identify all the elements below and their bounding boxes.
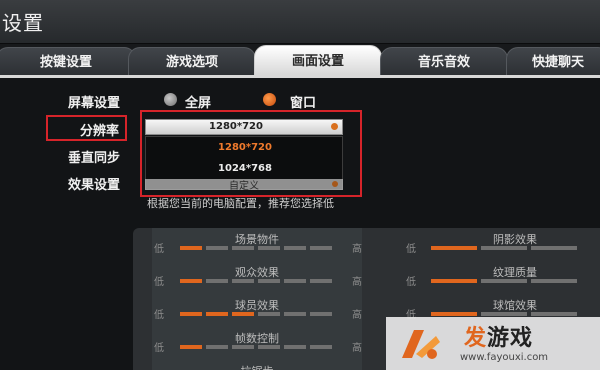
quality-slider-segment[interactable]: [180, 345, 202, 349]
quality-slider-segment[interactable]: [531, 246, 577, 250]
tab-game-options[interactable]: 游戏选项: [128, 47, 256, 76]
quality-slider-segment[interactable]: [431, 312, 477, 316]
tab-display-settings[interactable]: 画面设置: [254, 45, 382, 76]
quality-high-label: 高: [352, 244, 362, 255]
quality-slider-segment[interactable]: [531, 312, 577, 316]
quality-slider-segment[interactable]: [310, 312, 332, 316]
quality-slider-segment[interactable]: [180, 312, 202, 316]
radio-fullscreen-label: 全屏: [185, 96, 212, 111]
quality-slider-segment[interactable]: [232, 312, 254, 316]
quality-low-label: 低: [154, 343, 164, 354]
radio-fullscreen[interactable]: [164, 93, 177, 106]
watermark-brand-accent: 发: [464, 326, 488, 351]
screen-mode-label: 屏幕设置: [68, 96, 121, 111]
quality-slider-segment[interactable]: [180, 246, 202, 250]
quality-slider-segment[interactable]: [232, 246, 254, 250]
quality-slider-segment[interactable]: [284, 246, 306, 250]
tab-strip: 按键设置 游戏选项 画面设置 音乐音效 快捷聊天: [0, 44, 600, 76]
quality-slider-segment[interactable]: [232, 279, 254, 283]
quality-slider-segment[interactable]: [258, 279, 280, 283]
quality-slider-segment[interactable]: [206, 279, 228, 283]
quality-slider-segment[interactable]: [258, 345, 280, 349]
window-title: 设置: [2, 11, 44, 35]
watermark-brand-rest: 游戏: [487, 326, 534, 351]
quality-low-label: 低: [154, 310, 164, 321]
quality-slider-segment[interactable]: [284, 279, 306, 283]
recommendation-hint: 根据您当前的电脑配置，推荐您选择低: [147, 197, 334, 210]
radio-windowed-label: 窗口: [290, 96, 317, 111]
quality-slider-segment[interactable]: [206, 246, 228, 250]
quality-low-label: 低: [154, 244, 164, 255]
quality-slider-segment[interactable]: [481, 312, 527, 316]
quality-high-label: 高: [352, 343, 362, 354]
quality-item-label: 场景物件: [235, 233, 279, 246]
quality-slider-segment[interactable]: [284, 345, 306, 349]
watermark-brand: 发游戏: [464, 320, 533, 352]
radio-windowed[interactable]: [263, 93, 276, 106]
quality-slider-segment[interactable]: [258, 246, 280, 250]
quality-slider-segment[interactable]: [180, 279, 202, 283]
tab-quick-chat[interactable]: 快捷聊天: [506, 47, 600, 76]
site-watermark: 发游戏 www.fayouxi.com: [386, 317, 600, 370]
tab-key-settings[interactable]: 按键设置: [0, 47, 136, 76]
quality-slider-segment[interactable]: [284, 312, 306, 316]
quality-slider-segment[interactable]: [431, 279, 477, 283]
tab-underline: [0, 75, 600, 78]
quality-low-label: 低: [406, 244, 416, 255]
resolution-label-highlight: [46, 115, 127, 141]
vsync-label: 垂直同步: [68, 151, 121, 166]
brand-logo-icon: [402, 330, 440, 359]
watermark-url: www.fayouxi.com: [460, 352, 549, 363]
quality-slider-segment[interactable]: [531, 279, 577, 283]
quality-item-label: 球员效果: [235, 299, 279, 312]
quality-slider-segment[interactable]: [310, 345, 332, 349]
quality-item-label: 阴影效果: [493, 233, 537, 246]
quality-slider-segment[interactable]: [206, 312, 228, 316]
effects-label: 效果设置: [68, 178, 121, 193]
quality-high-label: 高: [352, 277, 362, 288]
quality-high-label: 高: [352, 310, 362, 321]
quality-slider-segment[interactable]: [310, 246, 332, 250]
quality-item-label: 观众效果: [235, 266, 279, 279]
quality-slider-segment[interactable]: [481, 246, 527, 250]
quality-item-label: 纹理质量: [493, 266, 537, 279]
title-bar: 设置: [0, 0, 600, 44]
tab-sound-settings[interactable]: 音乐音效: [380, 47, 508, 76]
quality-item-label: 帧数控制: [235, 332, 279, 345]
quality-slider-segment[interactable]: [431, 246, 477, 250]
quality-low-label: 低: [154, 277, 164, 288]
dropdown-highlight: [140, 110, 362, 197]
quality-slider-segment[interactable]: [481, 279, 527, 283]
quality-low-label: 低: [406, 277, 416, 288]
quality-item-label: 球馆效果: [493, 299, 537, 312]
quality-slider-segment[interactable]: [310, 279, 332, 283]
quality-slider-segment[interactable]: [258, 312, 280, 316]
quality-slider-segment[interactable]: [232, 345, 254, 349]
quality-slider-segment[interactable]: [206, 345, 228, 349]
quality-item-label: 抗锯齿: [207, 363, 307, 370]
